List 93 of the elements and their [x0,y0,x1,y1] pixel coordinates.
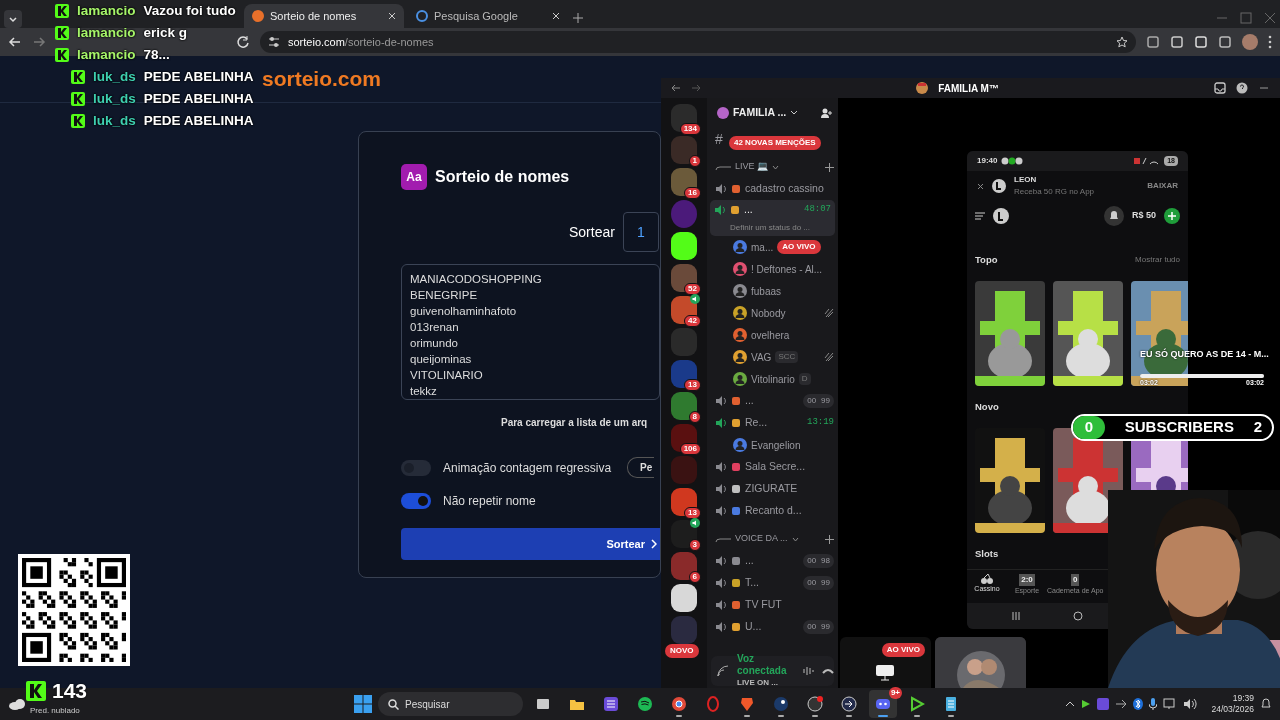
phone-time: 19:40 [977,155,998,167]
chat-username: luk_ds [93,67,136,86]
chat-message: PEDE ABELINHA [143,111,254,130]
voice-user[interactable]: ma... AO VIVO [707,236,838,258]
app-icon: Aa [401,164,427,190]
window-title: FAMILIA M™ [938,81,999,96]
unread-count: 16 [684,187,701,199]
server-name[interactable]: FAMILIA ... [733,105,787,121]
app-promo: Receba 50 RG no App [1014,186,1095,198]
option-label: Não repetir nome [443,493,536,510]
search-field[interactable]: Pesquisar [378,692,523,716]
voice-channel[interactable]: ZIGURATE [707,478,838,500]
voice-user[interactable]: fubaas [707,280,838,302]
viewer-count: 143 [52,680,88,701]
voice-channel[interactable]: ... 00 98 [707,550,838,572]
voice-channel[interactable]: T... 00 99 [707,572,838,594]
chat-message: PEDE ABELINHA [143,89,254,108]
names-field[interactable]: MANIACODOSHOPPING BENEGRIPE guivenolhaminhafoto 013renan orimundo queijominas VITOLINARIO tekkz [401,264,660,400]
chat-username: lamancio [77,45,136,64]
unread-count: 52 [684,283,701,295]
voice-channel[interactable]: cadastro cassino [707,178,838,200]
voice-channel[interactable]: U... 00 99 [707,616,838,638]
upload-hint: Para carregar a lista de um arq [501,416,648,430]
section-title: Novo [975,399,999,414]
unread-count: 13 [684,507,701,519]
draw-label: Sortear [569,222,615,242]
elapsed-time: 48:07 [804,203,831,217]
voice-user[interactable]: ovelhera [707,324,838,346]
connection-status: Voz conectada [737,653,787,677]
voice-channel[interactable]: Recanto d... [707,500,838,522]
section-title: Slots [975,546,999,561]
chat-message: erick g [143,23,188,42]
unread-count: 6 [688,571,701,583]
clock[interactable]: 19:39 24/03/2026 [1211,693,1254,715]
unread-count: 1 [688,155,701,167]
voice-channel[interactable]: ... 48:07 Definir um status do ... [710,200,835,236]
submit-button[interactable]: Sortear [401,528,660,560]
chat-username: lamancio [77,23,136,42]
notification-badge: 9+ [888,687,902,699]
site-logo[interactable]: sorteio.com [262,63,382,95]
unread-count: 8 [688,411,701,423]
mentions-badge[interactable]: 42 NOVAS MENÇÕES [729,136,821,150]
voice-user[interactable]: Vitolinario D [707,368,838,390]
voice-channel[interactable]: Re... 13:19 [707,412,838,434]
voice-user[interactable]: Evangelion [707,434,838,456]
address-bar[interactable]: sorteio.com/sorteio-de-nomes [260,31,1136,53]
outline-button[interactable]: Pe [627,457,655,478]
chat-message: 78... [143,45,170,64]
voice-channel[interactable]: Sala Secre... [707,456,838,478]
user-counter: 00 99 [803,576,834,590]
balance: R$ 50 [1131,209,1156,223]
voice-user[interactable]: Nobody [707,302,838,324]
option-label: Animação contagem regressiva [443,459,612,477]
chat-username: luk_ds [93,111,136,130]
chat-message: PEDE ABELINHA [143,67,254,86]
unread-count: 3 [688,539,701,551]
new-badge: NOVO [665,644,699,658]
category-name[interactable]: VOICE DA ... [735,532,788,546]
voice-channel[interactable]: ... 00 99 [707,390,838,412]
app-name: LEON [1014,174,1038,186]
live-badge: AO VIVO [881,643,925,657]
subscriber-goal: 2 [1253,417,1262,438]
status-text: Definir um status do ... [729,221,812,234]
unread-count: 13 [684,379,701,391]
user-counter: 00 98 [803,554,834,568]
section-title: Topo [975,252,998,267]
voice-channel[interactable]: TV FUT [707,594,838,616]
connected-channel[interactable]: LIVE ON ... [737,677,787,689]
subscribers-label: SUBSCRIBERS [1123,417,1235,438]
browser-tab[interactable]: Sorteio de nomes [244,4,404,28]
quantity-input[interactable]: 1 [622,212,659,252]
voice-user[interactable]: VAG SCC [707,346,838,368]
unread-count: 106 [679,443,701,455]
show-all-link[interactable]: Mostrar tudo [1135,254,1180,266]
unread-count: 134 [679,123,701,135]
role-tag: SCC [775,351,799,363]
chat-username: luk_ds [93,89,136,108]
user-counter: 00 99 [803,620,834,634]
voice-user[interactable]: ! Deftones - Al... [707,258,838,280]
live-badge: AO VIVO [777,240,821,254]
role-tag: D [798,373,811,385]
chat-message: Vazou foi tudo [143,1,236,20]
user-counter: 00 99 [803,394,834,408]
download-link[interactable]: BAIXAR [1147,180,1178,192]
stream-tile[interactable]: AO VIVO [840,637,931,688]
elapsed-time: 13:19 [807,416,834,430]
card-title: Sorteio de nomes [435,167,570,187]
weather-text[interactable]: Pred. nublado [30,705,80,717]
channel-hash: # [715,129,723,149]
category-name[interactable]: LIVE 💻 [735,160,768,174]
browser-tab[interactable]: Pesquisa Google [408,4,568,28]
unread-count: 42 [684,315,701,327]
chat-username: lamancio [77,1,136,20]
